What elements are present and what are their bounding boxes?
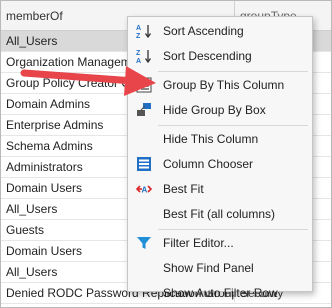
menu-item-label: Best Fit (all columns) [163, 207, 276, 221]
svg-text:A: A [136, 58, 141, 64]
menu-item-best-fit[interactable]: A Best Fit [128, 177, 312, 202]
menu-item-label: Show Auto Filter Row [163, 286, 278, 300]
menu-item-label: Show Find Panel [163, 261, 254, 275]
menu-item-show-find-panel[interactable]: Show Find Panel [128, 256, 312, 281]
menu-separator [158, 229, 308, 230]
svg-text:Z: Z [136, 33, 141, 39]
menu-item-label: Sort Ascending [163, 24, 244, 38]
sort-descending-icon: Z A [136, 50, 152, 64]
column-context-menu: A Z Sort Ascending Z A Sort Descending G… [127, 16, 313, 300]
menu-item-filter-editor[interactable]: Filter Editor... [128, 231, 312, 256]
menu-item-sort-ascending[interactable]: A Z Sort Ascending [128, 19, 312, 44]
menu-item-label: Filter Editor... [163, 236, 234, 250]
menu-item-label: Hide This Column [163, 132, 259, 146]
menu-separator [158, 71, 308, 72]
filter-icon [137, 237, 151, 249]
menu-item-best-fit-all[interactable]: Best Fit (all columns) [128, 202, 312, 227]
svg-text:Z: Z [136, 50, 141, 57]
menu-separator [158, 125, 308, 126]
group-by-box-icon [137, 103, 151, 116]
group-by-column-icon [136, 77, 152, 93]
menu-item-label: Sort Descending [163, 49, 252, 63]
menu-item-label: Hide Group By Box [163, 103, 266, 117]
svg-text:A: A [142, 186, 148, 195]
menu-item-hide-group-by-box[interactable]: Hide Group By Box [128, 98, 312, 123]
sort-ascending-icon: A Z [136, 25, 152, 39]
best-fit-icon: A [136, 185, 152, 195]
menu-item-hide-column[interactable]: Hide This Column [128, 127, 312, 152]
menu-item-show-auto-filter-row[interactable]: Show Auto Filter Row [128, 281, 312, 306]
svg-text:A: A [136, 25, 141, 32]
menu-item-sort-descending[interactable]: Z A Sort Descending [128, 44, 312, 69]
menu-item-label: Best Fit [163, 182, 204, 196]
column-chooser-icon [137, 157, 151, 171]
menu-item-column-chooser[interactable]: Column Chooser [128, 152, 312, 177]
menu-item-label: Column Chooser [163, 157, 254, 171]
menu-item-group-by-column[interactable]: Group By This Column [128, 73, 312, 98]
menu-item-label: Group By This Column [163, 78, 285, 92]
